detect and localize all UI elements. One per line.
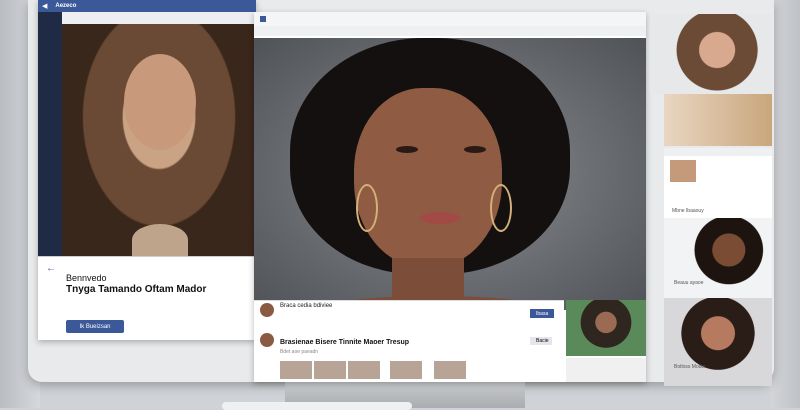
right-photo-1[interactable] [650,14,772,94]
card-line1: Bennvedo [66,273,107,283]
post1-name: Braca cedia bdiviee [280,303,333,309]
left-profile-window: ◀ Aezeco ← Bennvedo Tnyga Tamando Oftam … [38,0,256,340]
right-card-avatar [670,160,696,182]
post-thumb-1[interactable] [280,361,312,379]
left-top-nav: ◀ Aezeco [38,0,256,12]
back-arrow-icon[interactable]: ◀ [42,3,47,10]
portrait-left-eye [396,146,418,153]
post-thumb-2[interactable] [314,361,346,379]
center-side-strip [566,358,646,382]
right-photo-5[interactable]: Botloss Moder [664,298,772,386]
right-photo-2[interactable] [664,94,772,146]
portrait-lips [420,212,460,224]
monitor-stand-base [222,402,412,410]
center-post-area: Braca cedia bdiviee Ibasa Brasienae Bise… [254,300,564,382]
avatar[interactable] [260,303,274,317]
left-sidebar [38,12,62,256]
post-thumb-5[interactable] [434,361,466,379]
portrait-face [354,88,502,268]
left-arrow-icon[interactable]: ← [46,263,56,274]
profile-card-left: ← Bennvedo Tnyga Tamando Oftam Mador Ik … [38,256,256,340]
center-side-photo[interactable] [566,300,646,356]
portrait-right-eye [464,146,486,153]
background-right [770,0,800,408]
post-thumb-3[interactable] [348,361,380,379]
right-photo-4-label: Beauu ayaoe [674,280,704,286]
post2-sub: Bdet aoe paeadn [280,349,319,355]
right-photo-4[interactable]: Beauu ayaoe [664,218,772,298]
profile-photo-left [62,24,256,256]
center-main-photo [254,38,646,326]
post1-button[interactable]: Ibasa [530,309,554,318]
left-earring [356,184,378,232]
card-line2: Tnyga Tamando Oftam Mador [66,284,207,295]
post2-title: Brasienae Bisere Tinnite Maoer Tresup [280,339,410,346]
avatar[interactable] [260,333,274,347]
left-tabbar [62,12,256,24]
brand-name: Aezeco [55,3,77,9]
post-thumb-4[interactable] [390,361,422,379]
center-address-bar [254,26,646,36]
right-card-3[interactable]: Mbne Ibaaouy [664,148,772,218]
right-card-label: Mbne Ibaaouy [672,208,704,214]
center-profile-window: Braca cedia bdiviee Ibasa Brasienae Bise… [254,12,646,382]
center-menu-icon[interactable] [260,16,266,22]
right-earring [490,184,512,232]
center-browser-toolbar [254,12,646,27]
card-action-button[interactable]: Ik Bueizsan [66,320,124,333]
post2-button[interactable]: Bacie [530,337,552,345]
right-card-header [664,148,772,156]
right-photo-5-label: Botloss Moder [674,364,706,370]
